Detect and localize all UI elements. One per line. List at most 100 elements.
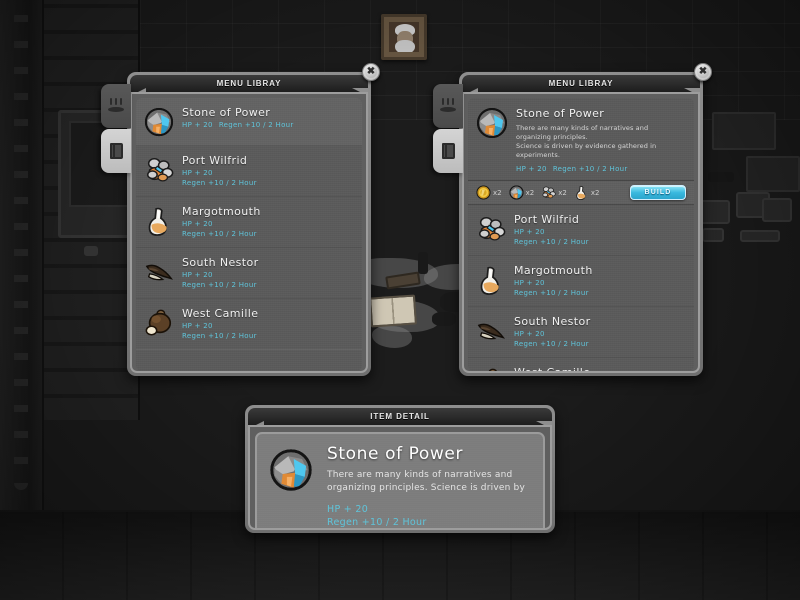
background-debris (432, 312, 456, 326)
item-stats: HP + 20 Regen +10 / 2 Hour (182, 120, 352, 130)
stat-regen: Regen +10 / 2 Hour (552, 165, 628, 173)
item-list-left[interactable]: Stone of Power HP + 20 Regen +10 / 2 Hour P… (136, 98, 362, 371)
background-debris (702, 228, 724, 242)
stat-hp: HP + 20 (516, 165, 547, 173)
hand-rays-icon (440, 98, 456, 114)
item-name: Margotmouth (514, 264, 593, 277)
item-stat-regen: Regen +10 / 2 Hour (182, 179, 257, 187)
item-name: West Camille (182, 307, 259, 320)
close-icon: ✖ (698, 66, 708, 77)
list-item[interactable]: Port Wilfrid HP + 20 Regen +10 / 2 Hour (468, 205, 694, 256)
book-icon (441, 143, 455, 159)
build-button[interactable]: BUILD (630, 185, 686, 200)
brown-bulb-icon (144, 308, 174, 338)
background-shelf (712, 112, 776, 150)
gold-coin-icon (476, 185, 491, 200)
stone-cluster-icon (476, 214, 506, 244)
portrait-beard (395, 40, 415, 52)
game-screen: MENU LIBRAY Stone of Power HP + 20 Regen +… (0, 0, 800, 600)
list-item[interactable]: Stone of Power HP + 20 Regen +10 / 2 Hour (136, 98, 362, 146)
cost-quantity: x2 (525, 188, 535, 197)
cost-entry: x2 (509, 185, 535, 200)
item-stat-regen: Regen +10 / 2 Hour (218, 121, 294, 129)
cost-quantity: x2 (590, 188, 600, 197)
book-icon (109, 143, 123, 159)
close-button-right[interactable]: ✖ (694, 63, 712, 81)
panel-body-left: Stone of Power HP + 20 Regen +10 / 2 Hour P… (130, 92, 368, 373)
item-detail-stats: HP + 20 Regen +10 / 2 Hour (327, 503, 531, 528)
item-stat-hp: HP + 20 (514, 228, 545, 236)
list-item[interactable]: Margotmouth HP + 20 Regen +10 / 2 Hour (136, 197, 362, 248)
panel-title-left: MENU LIBRAY (216, 79, 282, 88)
item-stat-regen: Regen +10 / 2 Hour (182, 332, 257, 340)
item-name: South Nestor (182, 256, 259, 269)
item-name: Stone of Power (182, 106, 271, 119)
background-machine (762, 198, 792, 222)
item-stat-hp: HP + 20 (182, 121, 213, 129)
menu-library-panel-left: MENU LIBRAY Stone of Power HP + 20 Regen +… (101, 63, 380, 376)
dark-wing-icon (144, 257, 174, 287)
item-detail-description-line2: organizing principles. Science is driven… (327, 483, 525, 493)
power-stone-icon (476, 107, 508, 139)
sidebar-tab-craft[interactable] (433, 84, 463, 128)
item-detail-description-line1: There are many kinds of narratives and (327, 470, 513, 480)
portrait-canvas (389, 22, 419, 52)
list-item[interactable]: Port Wilfrid HP + 20 Regen +10 / 2 Hour (136, 146, 362, 197)
expanded-item-description-line1: There are many kinds of narratives and o… (516, 124, 649, 141)
item-stat-hp: HP + 20 (182, 322, 213, 330)
cost-entry: x2 (574, 185, 600, 200)
panel-body-detail: Stone of Power There are many kinds of n… (248, 425, 552, 530)
list-item[interactable]: South Nestor HP + 20 Regen +10 / 2 Hour (136, 248, 362, 299)
build-button-label: BUILD (644, 189, 672, 196)
item-stat-regen: Regen +10 / 2 Hour (514, 289, 589, 297)
panel-frame-left: MENU LIBRAY Stone of Power HP + 20 Regen +… (127, 72, 371, 376)
item-stat-hp: HP + 20 (182, 271, 213, 279)
background-debris (708, 172, 734, 182)
close-icon: ✖ (366, 66, 376, 77)
list-item[interactable]: West Camille HP + 20 Regen +10 / 2 Hour (468, 358, 694, 371)
sidebar-tab-library[interactable] (433, 129, 463, 173)
item-detail-stat-hp: HP + 20 (327, 504, 369, 515)
close-button-left[interactable]: ✖ (362, 63, 380, 81)
item-detail-panel: ITEM DETAIL Stone of Power There are man… (245, 405, 555, 533)
item-list-right[interactable]: Stone of Power There are many kinds of n… (468, 98, 694, 371)
item-detail-card: Stone of Power There are many kinds of n… (255, 432, 545, 528)
item-stat-regen: Regen +10 / 2 Hour (182, 230, 257, 238)
side-tab-strip-left (101, 84, 131, 173)
expanded-item-detail: Stone of Power There are many kinds of n… (468, 98, 694, 181)
panel-titlebar-right: MENU LIBRAY (462, 75, 700, 96)
list-item[interactable]: South Nestor HP + 20 Regen +10 / 2 Hour (468, 307, 694, 358)
side-tab-strip-right (433, 84, 463, 173)
wall-portrait (381, 14, 427, 60)
item-name: South Nestor (514, 315, 591, 328)
brown-bulb-icon (476, 367, 506, 371)
item-stat-hp: HP + 20 (182, 169, 213, 177)
potion-bottle-icon (574, 185, 589, 200)
list-item[interactable]: Margotmouth HP + 20 Regen +10 / 2 Hour (468, 256, 694, 307)
cost-quantity: x2 (493, 188, 502, 197)
hand-rays-icon (108, 98, 124, 114)
item-name: Margotmouth (182, 205, 261, 218)
expanded-item-stats: HP + 20 Regen +10 / 2 Hour (516, 164, 684, 174)
potion-bottle-icon (144, 206, 174, 236)
cost-entry: x2 (476, 185, 502, 200)
item-name: West Camille (514, 366, 684, 371)
item-stat-regen: Regen +10 / 2 Hour (514, 238, 589, 246)
power-stone-icon (509, 185, 524, 200)
panel-titlebar-detail: ITEM DETAIL (248, 408, 552, 429)
item-stat-regen: Regen +10 / 2 Hour (514, 340, 589, 348)
cost-quantity: x2 (558, 188, 567, 197)
cost-entry: x2 (541, 185, 567, 200)
panel-titlebar-left: MENU LIBRAY (130, 75, 368, 96)
panel-frame-detail: ITEM DETAIL Stone of Power There are man… (245, 405, 555, 533)
panel-title-right: MENU LIBRAY (548, 79, 614, 88)
panel-title-detail: ITEM DETAIL (370, 412, 430, 421)
item-stat-regen: Regen +10 / 2 Hour (182, 281, 257, 289)
list-item[interactable]: West Camille HP + 20 Regen +10 / 2 Hour (136, 299, 362, 350)
dark-wing-icon (476, 316, 506, 346)
background-hatch-knob (84, 246, 98, 256)
build-cost-bar: x2 x2 x2 x2 BUILD (468, 181, 694, 205)
sidebar-tab-craft[interactable] (101, 84, 131, 128)
stone-cluster-icon (144, 155, 174, 185)
sidebar-tab-library[interactable] (101, 129, 131, 173)
